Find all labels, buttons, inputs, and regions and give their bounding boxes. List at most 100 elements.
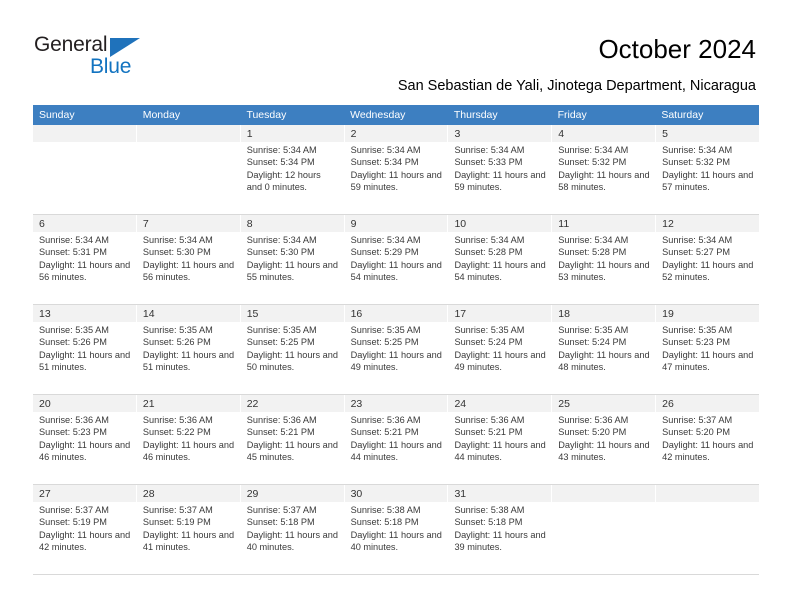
sunset-text: Sunset: 5:18 PM	[246, 517, 315, 528]
calendar-day-cell[interactable]: 9 Sunrise: 5:34 AM Sunset: 5:29 PM Daylight…	[344, 215, 449, 304]
calendar-day-cell[interactable]: 12 Sunrise: 5:34 AM Sunset: 5:27 PM Dayligh…	[656, 215, 760, 304]
sunrise-text: Sunrise: 5:34 AM	[350, 235, 421, 245]
sunrise-text: Sunrise: 5:34 AM	[454, 235, 525, 245]
daylight-text: Daylight: 11 hours and 50 minutes.	[246, 349, 338, 372]
daylight-text: Daylight: 11 hours and 42 minutes.	[39, 529, 131, 552]
sunrise-text: Sunrise: 5:36 AM	[39, 415, 109, 425]
calendar-day-cell[interactable]: 1 Sunrise: 5:34 AM Sunset: 5:34 PM Daylight…	[240, 125, 345, 214]
calendar-day-cell[interactable]: 21 Sunrise: 5:36 AM Sunset: 5:22 PM Dayligh…	[136, 395, 241, 484]
day-details: Sunrise: 5:34 AM Sunset: 5:34 PM Daylight:…	[345, 142, 448, 193]
calendar-day-cell[interactable]: 6 Sunrise: 5:34 AM Sunset: 5:31 PM Daylight…	[33, 215, 137, 304]
day-details: Sunrise: 5:34 AM Sunset: 5:31 PM Daylight:…	[33, 232, 136, 283]
day-number: 2	[344, 125, 448, 142]
calendar-day-cell[interactable]: 14 Sunrise: 5:35 AM Sunset: 5:26 PM Dayligh…	[136, 305, 241, 394]
calendar-day-cell[interactable]: 27 Sunrise: 5:37 AM Sunset: 5:19 PM Dayligh…	[33, 485, 137, 574]
weekday-header-friday: Friday	[557, 109, 587, 121]
daylight-text: Daylight: 11 hours and 55 minutes.	[246, 259, 338, 282]
generalblue-logo[interactable]: General Blue	[34, 33, 214, 79]
calendar-day-cell[interactable]: 29 Sunrise: 5:37 AM Sunset: 5:18 PM Dayligh…	[240, 485, 345, 574]
calendar-day-cell[interactable]: 20 Sunrise: 5:36 AM Sunset: 5:23 PM Dayligh…	[33, 395, 137, 484]
day-details: Sunrise: 5:34 AM Sunset: 5:29 PM Daylight:…	[345, 232, 448, 283]
calendar-day-cell[interactable]: 2 Sunrise: 5:34 AM Sunset: 5:34 PM Daylight…	[344, 125, 449, 214]
day-number: 9	[344, 215, 448, 232]
sunrise-text: Sunrise: 5:37 AM	[662, 415, 733, 425]
calendar-day-cell[interactable]: 19 Sunrise: 5:35 AM Sunset: 5:23 PM Dayligh…	[656, 305, 760, 394]
sunrise-text: Sunrise: 5:34 AM	[558, 235, 629, 245]
day-details: Sunrise: 5:34 AM Sunset: 5:32 PM Daylight:…	[552, 142, 655, 193]
day-number: 16	[344, 305, 448, 322]
day-number	[33, 125, 136, 142]
sunset-text: Sunset: 5:21 PM	[454, 427, 523, 438]
day-details: Sunrise: 5:34 AM Sunset: 5:28 PM Daylight:…	[448, 232, 551, 283]
sunset-text: Sunset: 5:33 PM	[454, 157, 523, 168]
sunrise-text: Sunrise: 5:38 AM	[454, 505, 525, 515]
sunset-text: Sunset: 5:34 PM	[246, 157, 315, 168]
sunset-text: Sunset: 5:31 PM	[39, 247, 107, 258]
daylight-text: Daylight: 11 hours and 58 minutes.	[558, 169, 650, 192]
calendar-day-cell[interactable]: 28 Sunrise: 5:37 AM Sunset: 5:19 PM Dayligh…	[136, 485, 241, 574]
day-details: Sunrise: 5:36 AM Sunset: 5:21 PM Daylight:…	[448, 412, 551, 463]
sunset-text: Sunset: 5:20 PM	[558, 427, 627, 438]
day-details: Sunrise: 5:37 AM Sunset: 5:18 PM Daylight:…	[241, 502, 344, 553]
calendar-day-cell[interactable]: 5 Sunrise: 5:34 AM Sunset: 5:32 PM Daylight…	[656, 125, 760, 214]
calendar-day-cell[interactable]: 22 Sunrise: 5:36 AM Sunset: 5:21 PM Dayligh…	[240, 395, 345, 484]
calendar-day-cell[interactable]: 13 Sunrise: 5:35 AM Sunset: 5:26 PM Dayligh…	[33, 305, 137, 394]
calendar-day-cell[interactable]: 18 Sunrise: 5:35 AM Sunset: 5:24 PM Dayligh…	[552, 305, 657, 394]
page-header: General Blue October 2024 San Sebastian …	[0, 0, 792, 105]
calendar-day-cell[interactable]: 11 Sunrise: 5:34 AM Sunset: 5:28 PM Dayligh…	[552, 215, 657, 304]
day-details: Sunrise: 5:36 AM Sunset: 5:23 PM Daylight:…	[33, 412, 136, 463]
day-number: 20	[33, 395, 136, 412]
sunset-text: Sunset: 5:18 PM	[454, 517, 523, 528]
day-number: 13	[33, 305, 136, 322]
calendar-day-cell[interactable]: 31 Sunrise: 5:38 AM Sunset: 5:18 PM Dayligh…	[448, 485, 553, 574]
calendar-day-cell[interactable]: 10 Sunrise: 5:34 AM Sunset: 5:28 PM Dayligh…	[448, 215, 553, 304]
calendar-page: General Blue October 2024 San Sebastian …	[0, 0, 792, 612]
calendar-day-cell[interactable]: 4 Sunrise: 5:34 AM Sunset: 5:32 PM Daylight…	[552, 125, 657, 214]
calendar-day-cell[interactable]: 8 Sunrise: 5:34 AM Sunset: 5:30 PM Daylight…	[240, 215, 345, 304]
day-details: Sunrise: 5:34 AM Sunset: 5:30 PM Daylight:…	[137, 232, 240, 283]
calendar-day-cell[interactable]: 23 Sunrise: 5:36 AM Sunset: 5:21 PM Dayligh…	[344, 395, 449, 484]
day-number: 29	[240, 485, 344, 502]
sunrise-text: Sunrise: 5:34 AM	[39, 235, 109, 245]
day-details: Sunrise: 5:35 AM Sunset: 5:23 PM Daylight:…	[656, 322, 759, 373]
daylight-text: Daylight: 11 hours and 57 minutes.	[662, 169, 754, 192]
day-number: 7	[136, 215, 240, 232]
day-number: 26	[656, 395, 760, 412]
day-number: 10	[448, 215, 552, 232]
sunrise-text: Sunrise: 5:35 AM	[454, 325, 525, 335]
weekday-header-wednesday: Wednesday	[350, 109, 406, 121]
calendar-day-cell[interactable]: 3 Sunrise: 5:34 AM Sunset: 5:33 PM Daylight…	[448, 125, 553, 214]
sunset-text: Sunset: 5:28 PM	[454, 247, 523, 258]
calendar-day-cell[interactable]: 7 Sunrise: 5:34 AM Sunset: 5:30 PM Daylight…	[136, 215, 241, 304]
calendar-day-cell[interactable]: 17 Sunrise: 5:35 AM Sunset: 5:24 PM Dayligh…	[448, 305, 553, 394]
day-number: 25	[552, 395, 656, 412]
calendar-day-cell-empty	[33, 125, 137, 214]
calendar-week-row: 13 Sunrise: 5:35 AM Sunset: 5:26 PM Dayligh…	[33, 305, 760, 395]
day-number: 5	[656, 125, 760, 142]
calendar-day-cell[interactable]: 15 Sunrise: 5:35 AM Sunset: 5:25 PM Dayligh…	[240, 305, 345, 394]
calendar-day-cell-empty	[552, 485, 657, 574]
calendar-week-row: 1 Sunrise: 5:34 AM Sunset: 5:34 PM Daylight…	[33, 125, 760, 215]
day-number	[552, 485, 656, 502]
calendar-day-cell[interactable]: 25 Sunrise: 5:36 AM Sunset: 5:20 PM Dayligh…	[552, 395, 657, 484]
sunrise-text: Sunrise: 5:34 AM	[350, 145, 421, 155]
page-subtitle: San Sebastian de Yali, Jinotega Departme…	[397, 78, 756, 94]
day-number: 6	[33, 215, 136, 232]
day-details: Sunrise: 5:34 AM Sunset: 5:34 PM Daylight:…	[241, 142, 344, 193]
sunset-text: Sunset: 5:28 PM	[558, 247, 627, 258]
sunset-text: Sunset: 5:29 PM	[350, 247, 419, 258]
daylight-text: Daylight: 11 hours and 44 minutes.	[350, 439, 442, 462]
day-number: 14	[136, 305, 240, 322]
day-details: Sunrise: 5:35 AM Sunset: 5:25 PM Daylight:…	[241, 322, 344, 373]
sunset-text: Sunset: 5:21 PM	[350, 427, 419, 438]
calendar-day-cell[interactable]: 16 Sunrise: 5:35 AM Sunset: 5:25 PM Dayligh…	[344, 305, 449, 394]
weekday-header-thursday: Thursday	[453, 109, 498, 121]
daylight-text: Daylight: 11 hours and 44 minutes.	[454, 439, 546, 462]
day-number: 12	[656, 215, 760, 232]
day-number: 27	[33, 485, 136, 502]
calendar-day-cell[interactable]: 24 Sunrise: 5:36 AM Sunset: 5:21 PM Dayligh…	[448, 395, 553, 484]
calendar-day-cell[interactable]: 30 Sunrise: 5:38 AM Sunset: 5:18 PM Dayligh…	[344, 485, 449, 574]
sunset-text: Sunset: 5:24 PM	[558, 337, 627, 348]
calendar-day-cell[interactable]: 26 Sunrise: 5:37 AM Sunset: 5:20 PM Dayligh…	[656, 395, 760, 484]
day-number: 31	[448, 485, 552, 502]
